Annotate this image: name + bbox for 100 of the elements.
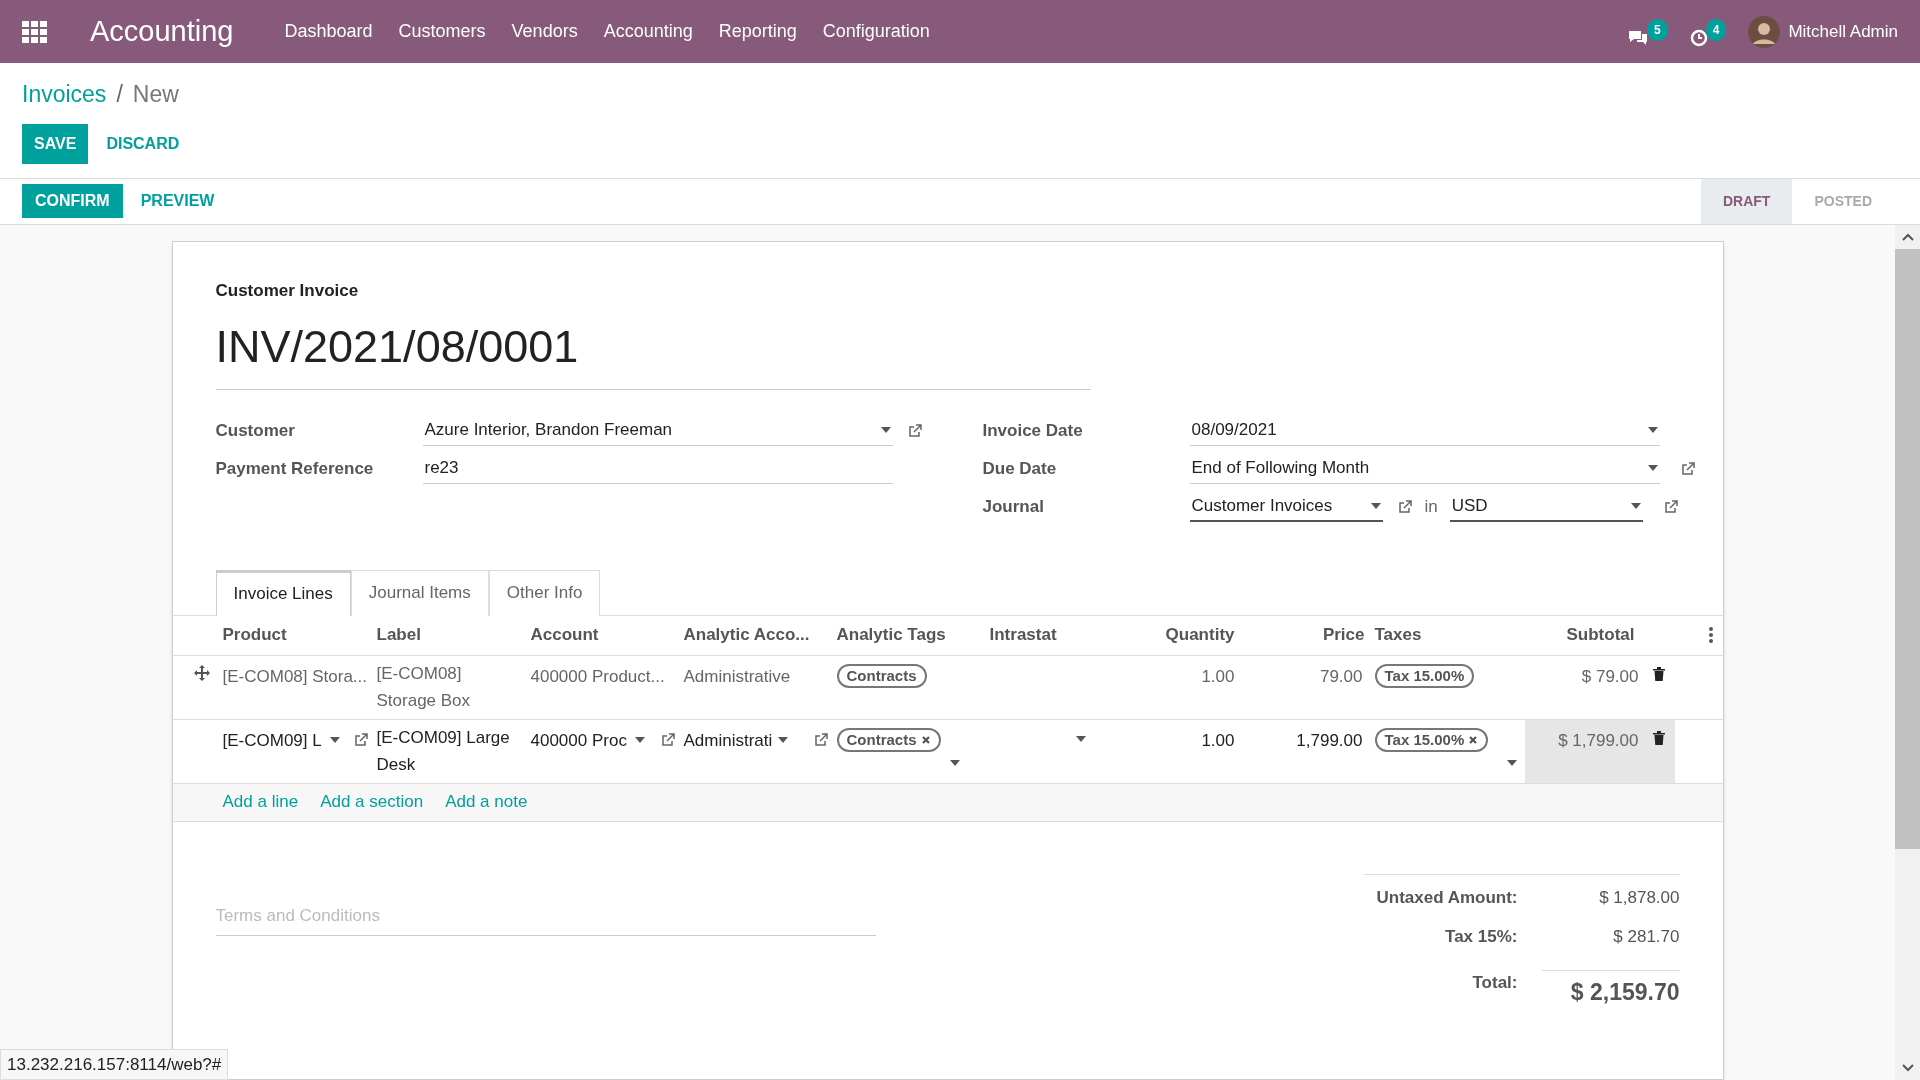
caret-icon[interactable] [1370,502,1381,509]
caret-icon[interactable] [634,737,645,744]
currency-field[interactable]: USD [1449,491,1643,522]
caret-icon[interactable] [1647,427,1658,433]
field-label: Due Date [982,457,1058,480]
column-header[interactable]: Intrastat [989,622,1090,648]
menu-item[interactable]: Accounting [590,18,706,45]
column-header[interactable]: Taxes [1364,622,1525,648]
caret-icon[interactable] [329,737,340,744]
column-header[interactable]: Product [222,622,377,648]
remove-icon[interactable] [920,734,931,745]
caret-icon[interactable] [949,759,960,766]
scrollbar[interactable] [1895,224,1920,1080]
column-header[interactable]: Analytic Tags [836,622,990,648]
chat-icon [1627,28,1649,47]
menu-item[interactable]: Vendors [498,18,591,45]
external-link-icon[interactable] [906,422,923,439]
caret-icon[interactable] [1630,502,1641,509]
table-row[interactable]: [E-COM08] Stora... [E-COM08] Storage Box 400000 Product... Administrative Contracts 1.00 79.00 Tax 15.00% $ 79.00 [172,655,1723,720]
column-header[interactable]: Account [530,622,684,648]
in-label: in [1424,495,1438,518]
input-field[interactable]: Customer Invoices [1189,491,1383,522]
field-value: End of Following Month [1191,457,1371,480]
messages-button[interactable]: 5 [1627,14,1668,49]
caret-icon[interactable] [880,427,891,433]
caret-icon[interactable] [1506,759,1517,766]
apps-menu-icon[interactable] [22,20,48,43]
confirm-button[interactable]: CONFIRM [22,184,123,218]
save-button[interactable]: SAVE [22,123,89,164]
invoice-number: INV/2021/08/0001 [215,313,1091,390]
drag-handle-icon[interactable] [192,663,211,682]
field-value: Azure Interior, Brandon Freeman [424,419,674,442]
external-link-icon[interactable] [1396,498,1413,515]
tab[interactable]: Invoice Lines [215,569,351,616]
total-label: Untaxed Amount: [1376,886,1518,909]
caret-icon[interactable] [778,737,789,744]
total-value: $ 281.70 [1612,926,1680,948]
menu-item[interactable]: Configuration [809,18,943,45]
menu-item[interactable]: Customers [385,18,499,45]
count-badge: 5 [1647,18,1668,41]
scroll-up-icon[interactable] [1901,232,1914,241]
total-label: Tax 15%: [1445,926,1518,948]
table-cell-text: Administrative [683,665,791,688]
menu-item[interactable]: Reporting [705,18,810,45]
preview-button[interactable]: PREVIEW [122,184,233,218]
scroll-down-icon[interactable] [1901,1064,1914,1072]
caret-icon[interactable] [1075,735,1086,742]
column-header[interactable]: Analytic Acco... [683,622,837,648]
app-title[interactable]: Accounting [90,9,234,54]
column-header[interactable]: Label [376,622,531,648]
field-label: Payment Reference [215,457,375,480]
menu-item[interactable]: Dashboard [271,18,386,45]
trash-icon[interactable] [1652,730,1665,745]
input-field[interactable]: 08/09/2021 [1189,415,1660,446]
input-field[interactable]: re23 [422,453,893,484]
external-link-icon[interactable] [352,732,369,749]
trash-icon[interactable] [1652,666,1665,681]
tag-label: Tax 15.00% [1384,665,1465,686]
tab[interactable]: Journal Items [350,569,489,616]
table-cell-text: [E-COM09] Large Desk [376,726,511,776]
field-value: Customer Invoices [1191,494,1334,517]
remove-icon[interactable] [1468,734,1479,745]
breadcrumb-current: New [132,80,179,109]
table-cell-text: 1,799.00 [1295,729,1364,752]
breadcrumb-link[interactable]: Invoices [22,77,107,112]
column-header[interactable]: Subtotal [1524,622,1675,648]
table-cell-text: 400000 Product... [530,665,665,688]
invoice-type-label: Customer Invoice [215,279,360,302]
external-link-icon[interactable] [1679,460,1696,477]
input-field[interactable]: Azure Interior, Brandon Freeman [422,415,893,446]
external-link-icon[interactable] [659,732,676,749]
total-label: Total: [1472,971,1518,994]
tab[interactable]: Other Info [488,569,601,616]
clock-icon [1689,28,1708,47]
external-link-icon[interactable] [812,732,829,749]
terms-field[interactable]: Terms and Conditions [215,897,876,936]
discard-button[interactable]: DISCARD [90,123,196,164]
table-cell-text: [E-COM08] Storage Box [376,662,472,712]
caret-icon[interactable] [1647,465,1658,471]
scrollbar-thumb[interactable] [1895,248,1920,849]
activities-button[interactable]: 4 [1689,14,1727,49]
tag-label: Contracts [846,729,917,750]
table-cell-text: 1.00 [1200,665,1235,688]
field-label: Invoice Date [982,419,1084,442]
add-line-link[interactable]: Add a section [320,789,424,815]
status-stage[interactable]: DRAFT [1701,178,1793,224]
input-field[interactable]: End of Following Month [1189,453,1660,484]
field-value: USD [1451,494,1489,517]
more-options-icon[interactable] [1708,627,1713,643]
table-cell-text: 79.00 [1318,665,1364,688]
add-line-link[interactable]: Add a note [445,789,528,815]
user-name[interactable]: Mitchell Admin [1788,18,1898,45]
avatar-icon[interactable] [1748,15,1781,48]
table-cell-text: Administrati [683,729,773,752]
add-line-link[interactable]: Add a line [222,789,299,815]
column-header[interactable]: Price [1234,622,1365,648]
column-header[interactable]: Quantity [1089,622,1235,648]
tag-label: Tax 15.00% [1384,729,1465,750]
table-row[interactable]: [E-COM09] L [E-COM09] Large Desk 400000 Proc Administrati Contracts 1.00 1,799.00 Tax 15.00% $ 1,799.00 [172,719,1723,784]
external-link-icon[interactable] [1662,498,1679,515]
